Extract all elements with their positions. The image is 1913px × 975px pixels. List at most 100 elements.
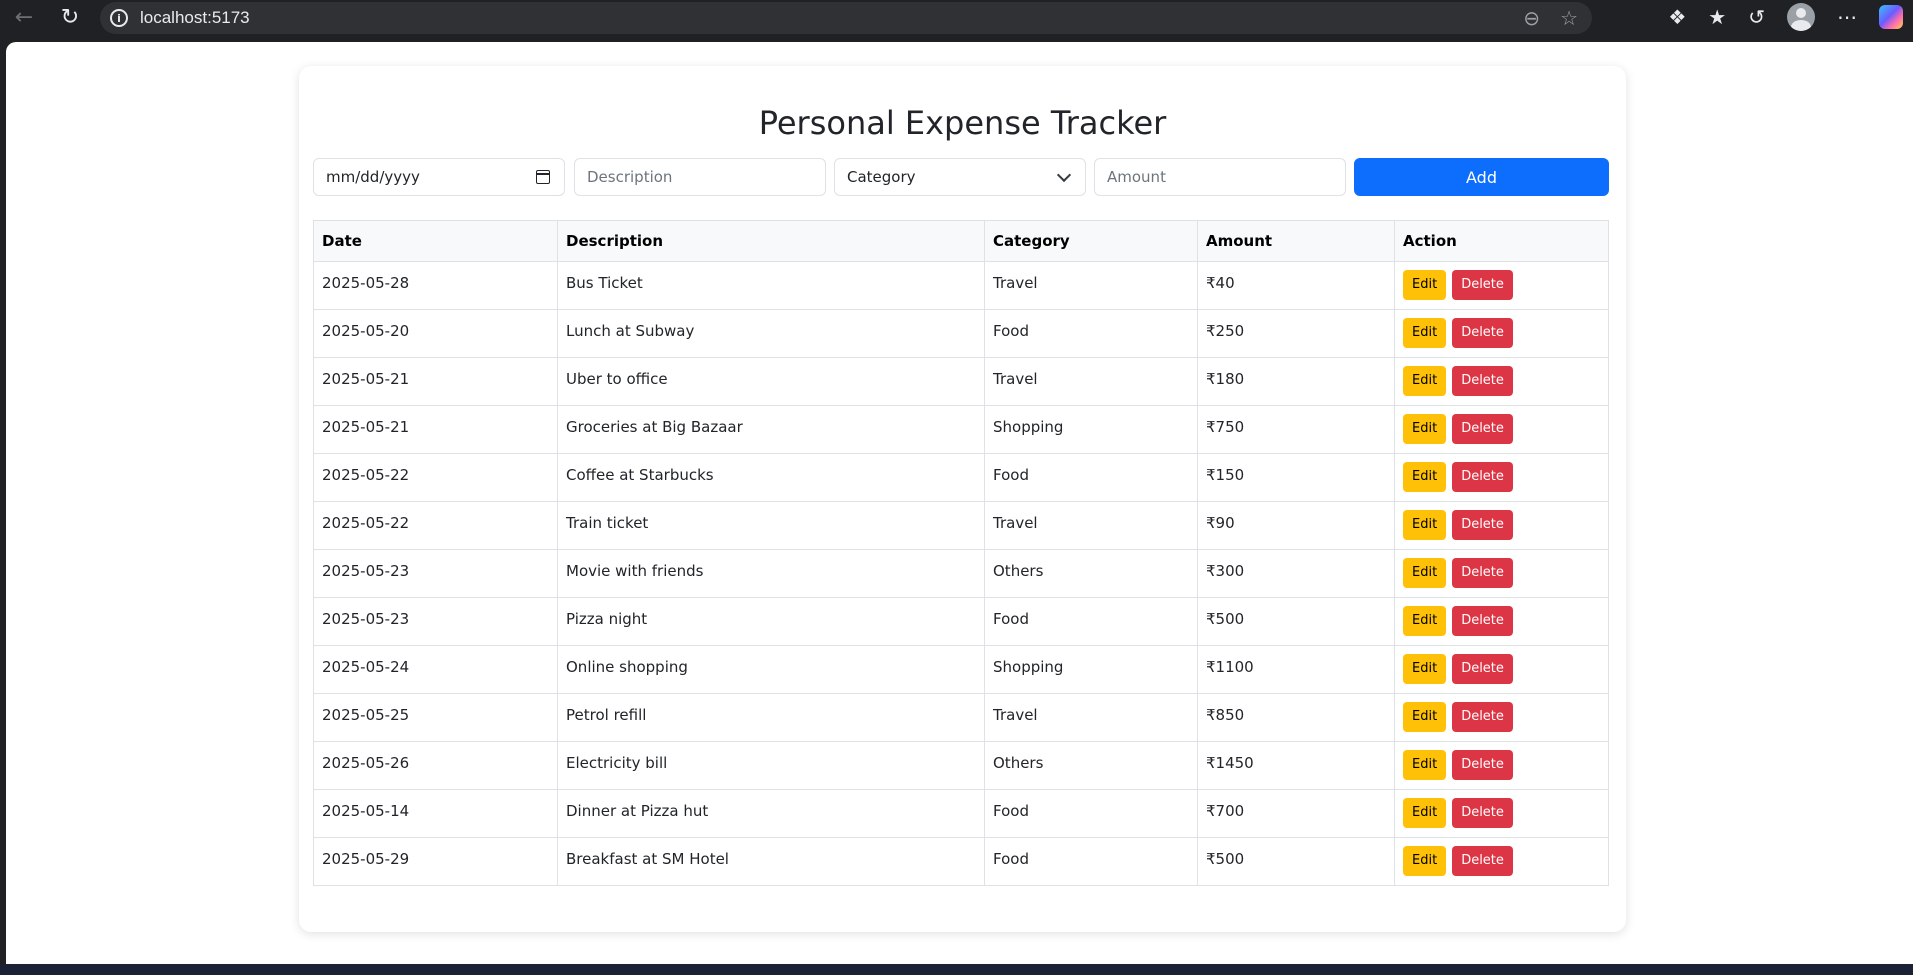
delete-button[interactable]: Delete — [1452, 510, 1513, 540]
edit-button[interactable]: Edit — [1403, 846, 1447, 876]
cell-action: Edit Delete — [1394, 645, 1609, 694]
delete-button[interactable]: Delete — [1452, 846, 1513, 876]
table-row: 2025-05-20 Lunch at Subway Food ₹250 Edit Del… — [313, 309, 1609, 358]
edit-button[interactable]: Edit — [1403, 414, 1447, 444]
table-row: 2025-05-26 Electricity bill Others ₹1450 Edi… — [313, 741, 1609, 790]
edit-button[interactable]: Edit — [1403, 654, 1447, 684]
cell-date: 2025-05-22 — [313, 501, 558, 550]
cell-category: Shopping — [984, 405, 1198, 454]
cell-description: Train ticket — [557, 501, 985, 550]
address-bar[interactable]: i localhost:5173 ⊖ ☆ — [100, 2, 1592, 34]
extensions-icon[interactable]: ❖ — [1668, 5, 1686, 29]
favorites-icon[interactable]: ★ — [1708, 5, 1726, 29]
expense-form: mm/dd/yyyy Description Category Amount A… — [313, 158, 1609, 196]
cell-amount: ₹850 — [1197, 693, 1395, 742]
edit-button[interactable]: Edit — [1403, 606, 1447, 636]
delete-button[interactable]: Delete — [1452, 750, 1513, 780]
cell-action: Edit Delete — [1394, 357, 1609, 406]
cell-description: Uber to office — [557, 357, 985, 406]
add-button[interactable]: Add — [1354, 158, 1609, 196]
cell-date: 2025-05-22 — [313, 453, 558, 502]
taskbar-strip — [0, 964, 1913, 975]
cell-category: Food — [984, 597, 1198, 646]
cell-date: 2025-05-14 — [313, 789, 558, 838]
cell-amount: ₹500 — [1197, 837, 1395, 886]
cell-description: Electricity bill — [557, 741, 985, 790]
edit-button[interactable]: Edit — [1403, 798, 1447, 828]
favorite-star-icon[interactable]: ☆ — [1560, 6, 1578, 30]
cell-date: 2025-05-21 — [313, 357, 558, 406]
cell-amount: ₹300 — [1197, 549, 1395, 598]
delete-button[interactable]: Delete — [1452, 558, 1513, 588]
page-title: Personal Expense Tracker — [758, 104, 1167, 142]
cell-description: Bus Ticket — [557, 261, 985, 310]
delete-button[interactable]: Delete — [1452, 654, 1513, 684]
cell-category: Food — [984, 453, 1198, 502]
cell-date: 2025-05-23 — [313, 549, 558, 598]
cell-date: 2025-05-24 — [313, 645, 558, 694]
edit-button[interactable]: Edit — [1403, 318, 1447, 348]
more-menu-icon[interactable]: ⋯ — [1837, 5, 1857, 29]
header-description: Description — [557, 220, 985, 262]
delete-button[interactable]: Delete — [1452, 462, 1513, 492]
table-row: 2025-05-24 Online shopping Shopping ₹1100 Ed… — [313, 645, 1609, 694]
table-row: 2025-05-14 Dinner at Pizza hut Food ₹700 Edi… — [313, 789, 1609, 838]
delete-button[interactable]: Delete — [1452, 318, 1513, 348]
table-row: 2025-05-22 Coffee at Starbucks Food ₹150 Edi… — [313, 453, 1609, 502]
cell-description: Dinner at Pizza hut — [557, 789, 985, 838]
cell-action: Edit Delete — [1394, 309, 1609, 358]
cell-date: 2025-05-26 — [313, 741, 558, 790]
cell-category: Travel — [984, 357, 1198, 406]
table-row: 2025-05-23 Movie with friends Others ₹300 Ed… — [313, 549, 1609, 598]
category-select[interactable]: Category — [834, 158, 1086, 196]
cell-category: Others — [984, 549, 1198, 598]
cell-category: Food — [984, 837, 1198, 886]
expense-table: Date Description Category Amount Action … — [313, 220, 1609, 886]
amount-input[interactable]: Amount — [1094, 158, 1346, 196]
cell-amount: ₹1450 — [1197, 741, 1395, 790]
delete-button[interactable]: Delete — [1452, 702, 1513, 732]
table-row: 2025-05-21 Groceries at Big Bazaar Shoppin… — [313, 405, 1609, 454]
delete-button[interactable]: Delete — [1452, 414, 1513, 444]
cell-action: Edit Delete — [1394, 261, 1609, 310]
cell-description: Pizza night — [557, 597, 985, 646]
description-input[interactable]: Description — [574, 158, 826, 196]
edit-button[interactable]: Edit — [1403, 510, 1447, 540]
table-row: 2025-05-29 Breakfast at SM Hotel Food ₹500 E… — [313, 837, 1609, 886]
cell-amount: ₹180 — [1197, 357, 1395, 406]
back-arrow-icon[interactable]: ← — [4, 0, 44, 34]
profile-avatar-icon[interactable] — [1787, 3, 1815, 31]
edit-button[interactable]: Edit — [1403, 750, 1447, 780]
table-row: 2025-05-28 Bus Ticket Travel ₹40 Edit Delete — [313, 261, 1609, 310]
cell-date: 2025-05-29 — [313, 837, 558, 886]
edit-button[interactable]: Edit — [1403, 462, 1447, 492]
cell-date: 2025-05-28 — [313, 261, 558, 310]
table-row: 2025-05-23 Pizza night Food ₹500 Edit Delete — [313, 597, 1609, 646]
delete-button[interactable]: Delete — [1452, 798, 1513, 828]
calendar-icon[interactable] — [536, 170, 550, 184]
cell-category: Travel — [984, 693, 1198, 742]
edit-button[interactable]: Edit — [1403, 366, 1447, 396]
copilot-icon[interactable] — [1879, 5, 1903, 29]
delete-button[interactable]: Delete — [1452, 606, 1513, 636]
zoom-icon[interactable]: ⊖ — [1523, 6, 1540, 30]
table-row: 2025-05-22 Train ticket Travel ₹90 Edit Delet… — [313, 501, 1609, 550]
reload-icon[interactable]: ↻ — [50, 0, 90, 34]
edit-button[interactable]: Edit — [1403, 270, 1447, 300]
edit-button[interactable]: Edit — [1403, 558, 1447, 588]
cell-category: Travel — [984, 261, 1198, 310]
site-info-icon[interactable]: i — [110, 9, 128, 27]
cell-amount: ₹700 — [1197, 789, 1395, 838]
edit-button[interactable]: Edit — [1403, 702, 1447, 732]
history-icon[interactable]: ↺ — [1748, 5, 1765, 29]
delete-button[interactable]: Delete — [1452, 270, 1513, 300]
table-row: 2025-05-21 Uber to office Travel ₹180 Edit De… — [313, 357, 1609, 406]
category-selected-value: Category — [847, 168, 916, 186]
delete-button[interactable]: Delete — [1452, 366, 1513, 396]
page-viewport: Personal Expense Tracker mm/dd/yyyy Desc… — [6, 42, 1913, 964]
header-amount: Amount — [1197, 220, 1395, 262]
cell-date: 2025-05-23 — [313, 597, 558, 646]
cell-category: Food — [984, 789, 1198, 838]
table-header-row: Date Description Category Amount Action — [313, 220, 1609, 262]
date-input[interactable]: mm/dd/yyyy — [313, 158, 565, 196]
